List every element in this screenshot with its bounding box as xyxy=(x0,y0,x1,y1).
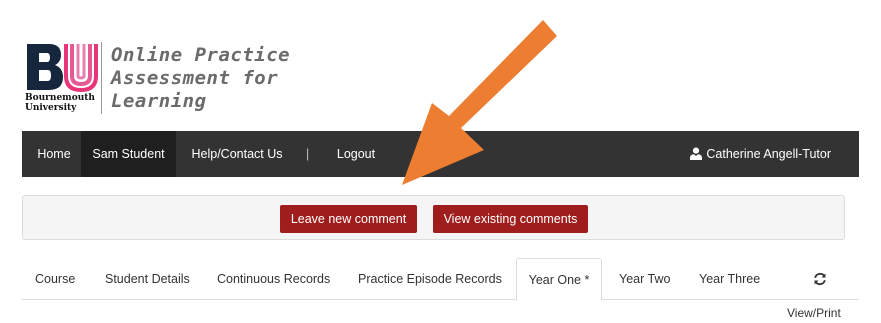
nav-logout[interactable]: Logout xyxy=(335,131,377,177)
tab-year-two[interactable]: Year Two xyxy=(619,258,670,300)
bu-logo-line2: University xyxy=(25,103,77,113)
tab-practice-episode-records[interactable]: Practice Episode Records xyxy=(358,258,502,300)
nav-home[interactable]: Home xyxy=(36,131,72,177)
view-print-link[interactable]: View/Print xyxy=(787,306,841,320)
bu-logo-line1: Bournemouth xyxy=(25,93,95,103)
user-icon xyxy=(690,147,703,160)
app-title: Online Practice Assessment for Learning xyxy=(111,44,290,113)
comment-panel: Leave new comment View existing comments xyxy=(22,195,845,240)
nav-help-contact[interactable]: Help/Contact Us xyxy=(188,131,286,177)
tab-year-one[interactable]: Year One * xyxy=(516,258,602,301)
main-navbar: Home Sam Student Help/Contact Us | Logou… xyxy=(22,131,859,177)
view-existing-comments-button[interactable]: View existing comments xyxy=(433,205,588,233)
refresh-icon[interactable] xyxy=(813,272,827,286)
tab-course[interactable]: Course xyxy=(35,258,75,300)
nav-user-name: Catherine Angell-Tutor xyxy=(706,147,831,161)
nav-sam-student[interactable]: Sam Student xyxy=(81,131,176,177)
app-title-line1: Online Practice xyxy=(111,44,291,66)
tab-student-details[interactable]: Student Details xyxy=(105,258,190,300)
tab-continuous-records[interactable]: Continuous Records xyxy=(217,258,330,300)
record-tabs: Course Student Details Continuous Record… xyxy=(22,258,859,301)
bu-logo: Bournemouth University xyxy=(25,42,100,116)
app-title-line2: Assessment for xyxy=(111,67,279,89)
bu-logo-mark xyxy=(27,44,98,92)
logo-divider xyxy=(101,42,102,114)
nav-user-account[interactable]: Catherine Angell-Tutor xyxy=(690,131,831,177)
leave-new-comment-button[interactable]: Leave new comment xyxy=(280,205,417,233)
nav-separator: | xyxy=(306,147,310,161)
app-title-line3: Learning xyxy=(111,90,207,112)
tab-year-three[interactable]: Year Three xyxy=(699,258,760,300)
bu-logo-text: Bournemouth University xyxy=(25,93,95,113)
